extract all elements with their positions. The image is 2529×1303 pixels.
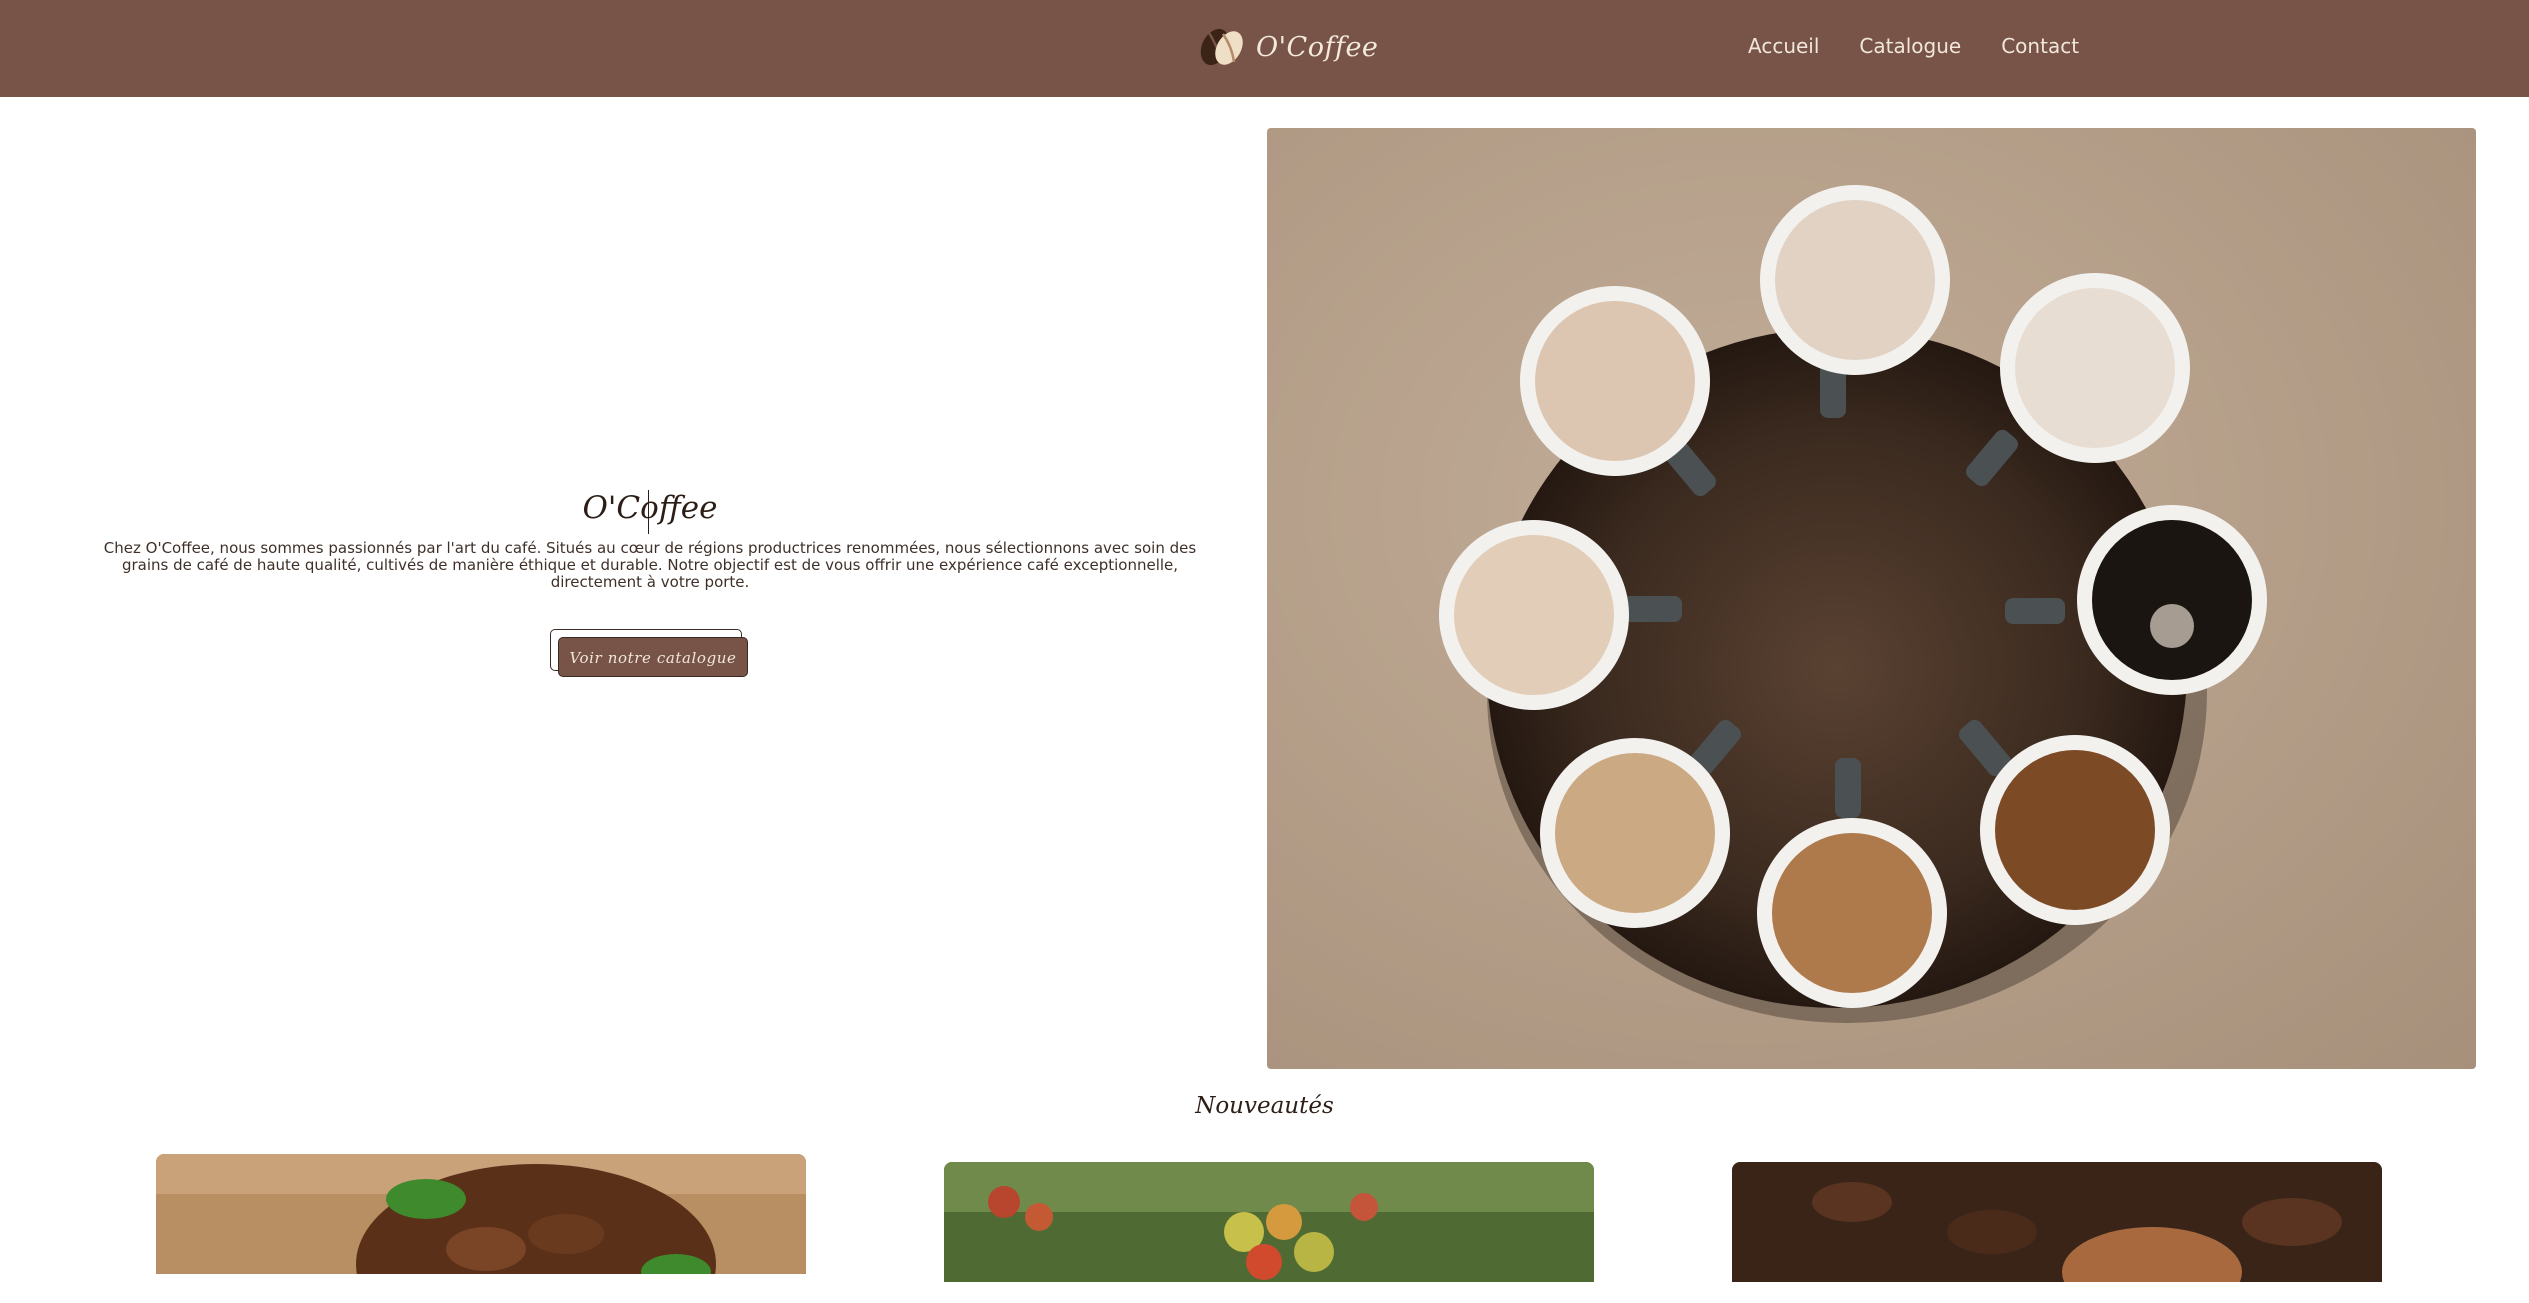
nav-contact[interactable]: Contact — [2001, 34, 2079, 58]
hero-description: Chez O'Coffee, nous sommes passionnés pa… — [103, 539, 1197, 591]
text-caret — [647, 490, 649, 534]
site-header: O'Coffee Accueil Catalogue Contact — [0, 0, 2529, 97]
hero-intro: O'Coffee Chez O'Coffee, nous sommes pass… — [70, 490, 1230, 679]
cta-wrapper: Voir notre catalogue — [550, 629, 750, 679]
hero-title-text: O'Coffee — [582, 490, 718, 526]
new-products-title: Nouveautés — [1195, 1093, 1334, 1119]
nav-accueil[interactable]: Accueil — [1748, 34, 1819, 58]
hero-title: O'Coffee — [582, 490, 718, 534]
hero-coffee-cups-image — [1267, 128, 2476, 1069]
product-card-coffee-sack[interactable] — [156, 1154, 806, 1274]
product-card-coffee-cherries[interactable] — [944, 1162, 1594, 1282]
product-card-roasted-beans[interactable] — [1732, 1162, 2382, 1282]
coffee-bean-logo-icon — [1200, 28, 1243, 66]
nav-catalogue[interactable]: Catalogue — [1859, 34, 1961, 58]
brand-name: O'Coffee — [1256, 31, 1379, 63]
main-nav: Accueil Catalogue Contact — [1748, 34, 2079, 58]
brand[interactable]: O'Coffee — [1196, 22, 1378, 72]
catalog-button[interactable]: Voir notre catalogue — [558, 637, 748, 677]
